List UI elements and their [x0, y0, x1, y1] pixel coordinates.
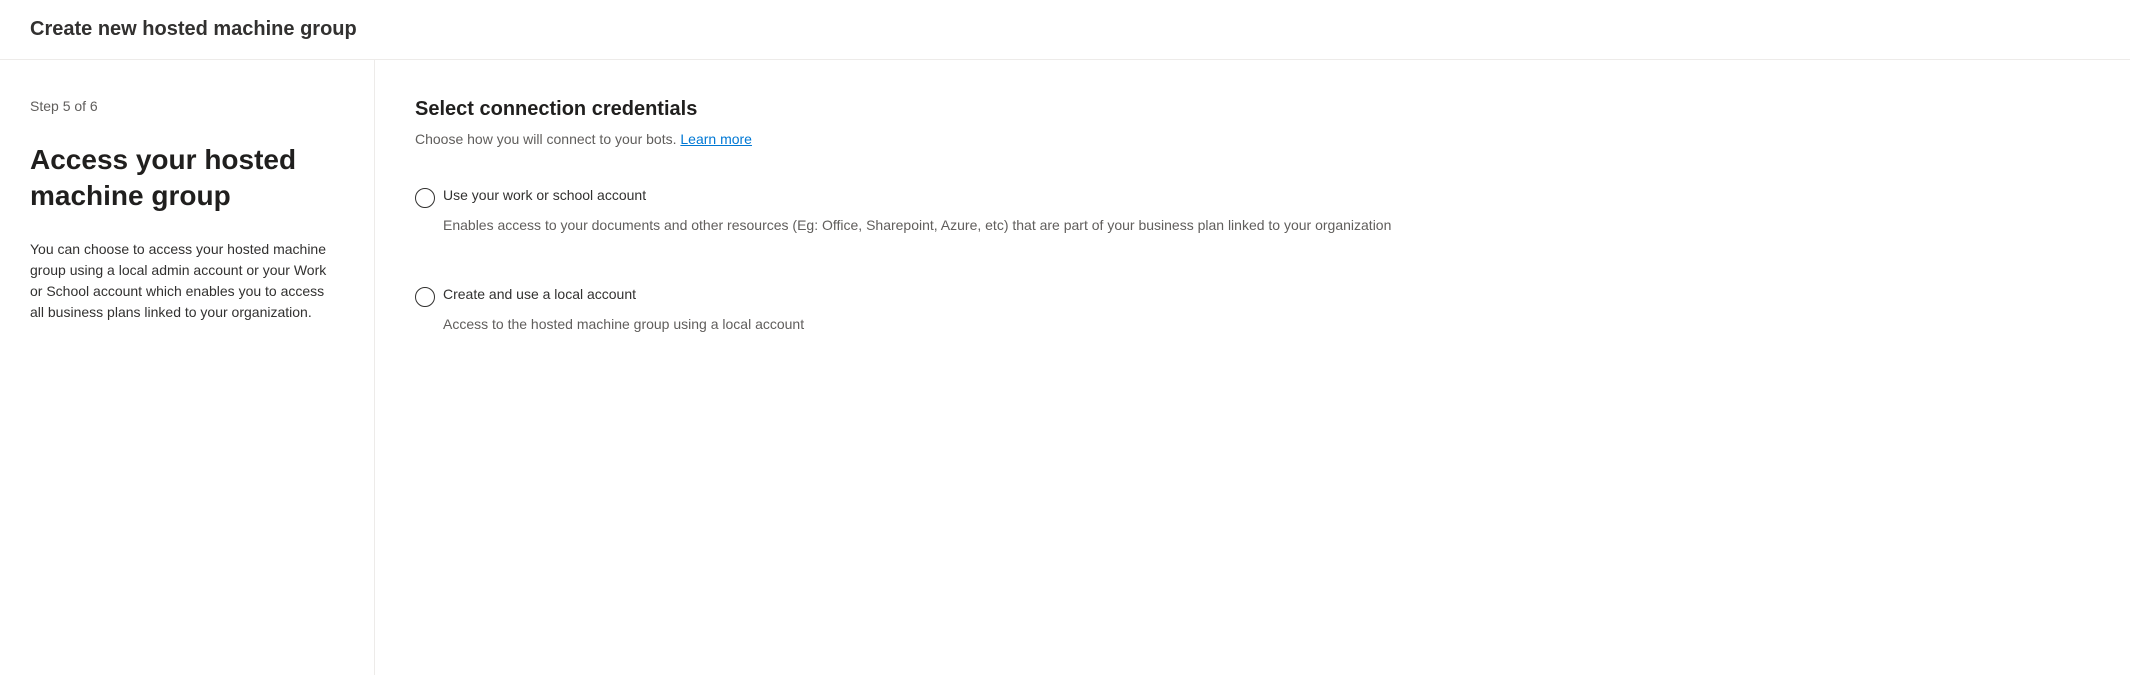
option-row: Use your work or school account	[415, 187, 2090, 208]
option-label-local-account[interactable]: Create and use a local account	[443, 286, 636, 302]
option-desc-local-account: Access to the hosted machine group using…	[443, 313, 1413, 335]
option-row: Create and use a local account	[415, 286, 2090, 307]
option-desc-work-school: Enables access to your documents and oth…	[443, 214, 1413, 236]
main-subtext: Choose how you will connect to your bots…	[415, 131, 2090, 147]
credential-option: Use your work or school account Enables …	[415, 187, 2090, 236]
main-heading: Select connection credentials	[415, 98, 2090, 121]
sidebar-heading: Access your hosted machine group	[30, 142, 344, 215]
sidebar-description: You can choose to access your hosted mac…	[30, 239, 340, 323]
panel-title: Create new hosted machine group	[30, 18, 2100, 41]
option-label-work-school[interactable]: Use your work or school account	[443, 187, 646, 203]
layout-container: Step 5 of 6 Access your hosted machine g…	[0, 60, 2130, 675]
main-content: Select connection credentials Choose how…	[375, 60, 2130, 675]
option-text: Use your work or school account	[443, 187, 2090, 203]
option-text: Create and use a local account	[443, 286, 2090, 302]
credential-option: Create and use a local account Access to…	[415, 286, 2090, 335]
radio-work-school[interactable]	[415, 188, 435, 208]
subtext-prefix: Choose how you will connect to your bots…	[415, 131, 680, 147]
learn-more-link[interactable]: Learn more	[680, 131, 752, 147]
step-indicator: Step 5 of 6	[30, 98, 344, 114]
radio-local-account[interactable]	[415, 287, 435, 307]
wizard-sidebar: Step 5 of 6 Access your hosted machine g…	[0, 60, 375, 675]
panel-header: Create new hosted machine group	[0, 0, 2130, 60]
